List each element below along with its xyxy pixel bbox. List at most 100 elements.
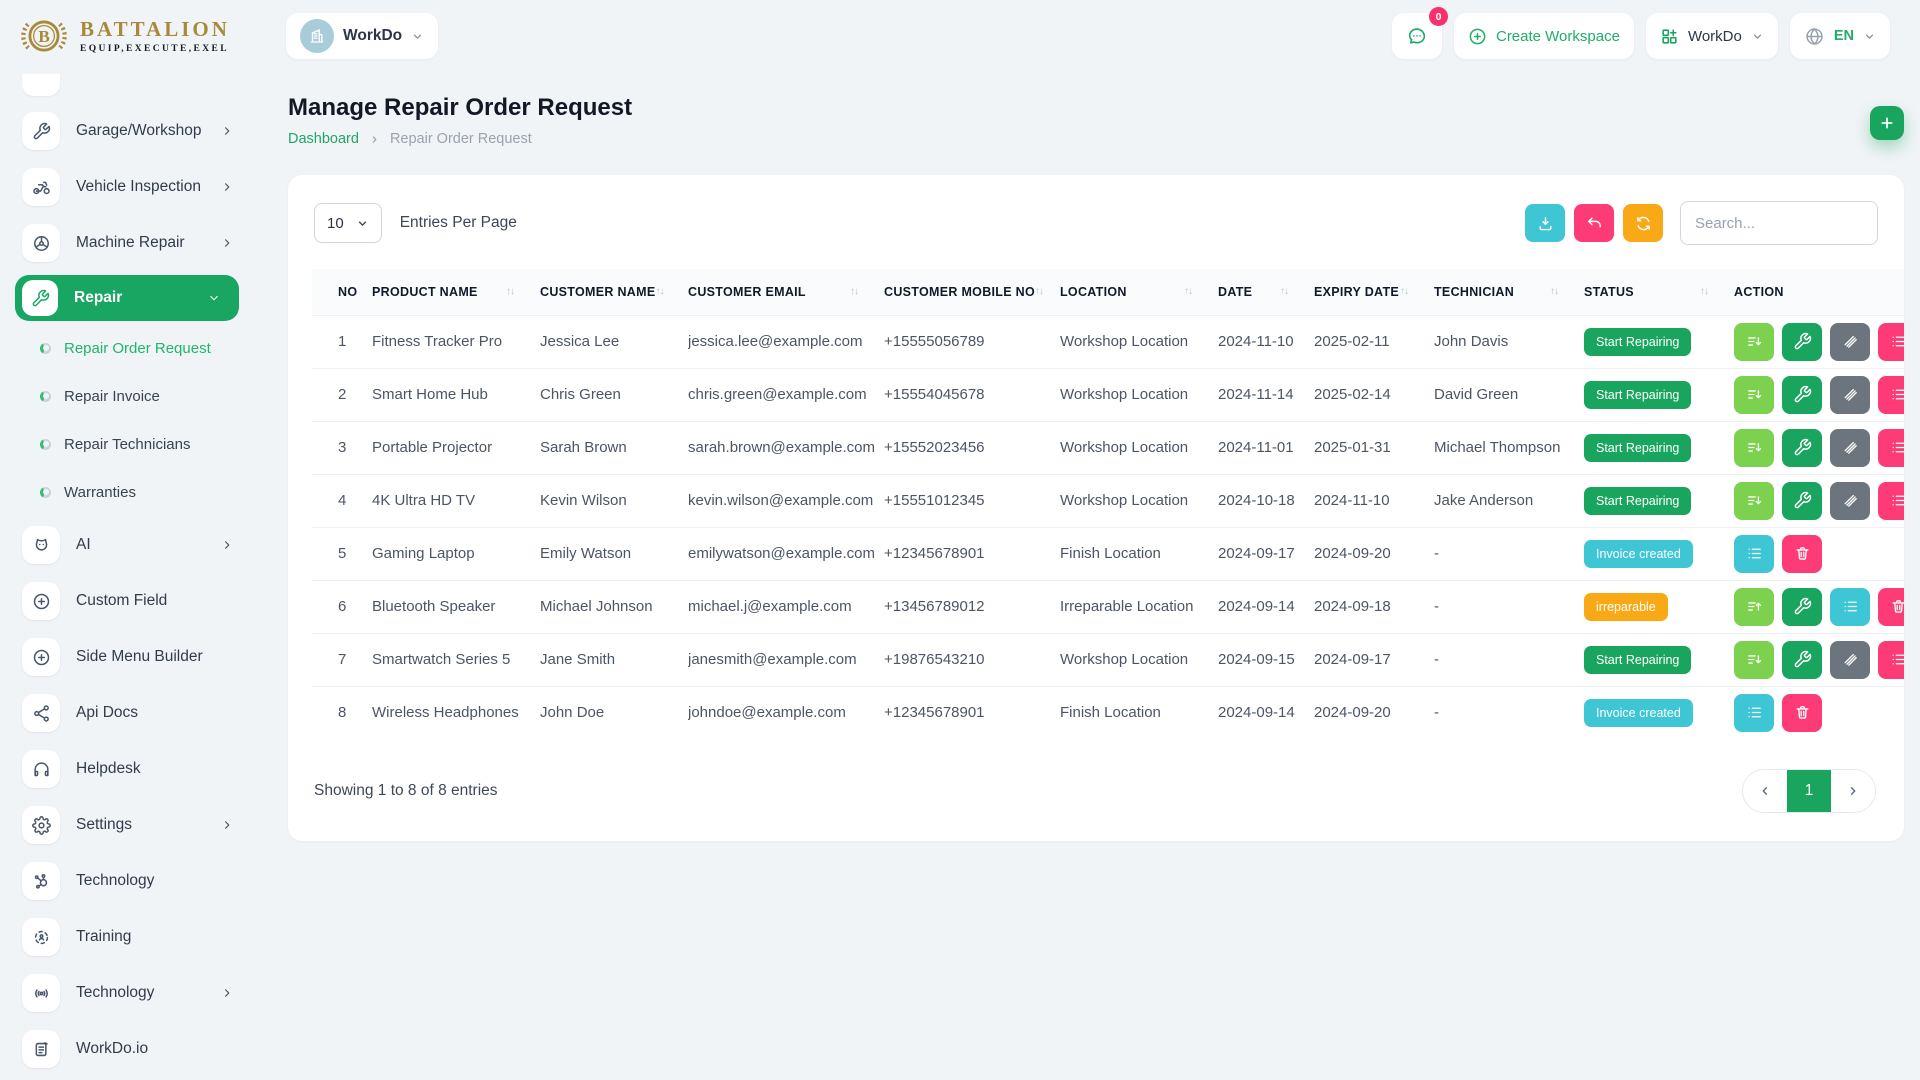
cell-no: 8 <box>312 686 372 739</box>
list-action-button[interactable] <box>1878 429 1904 467</box>
trash-action-button[interactable] <box>1878 588 1904 626</box>
sidebar-subitem-repair-invoice[interactable]: Repair Invoice <box>40 382 260 410</box>
pagination-next-button[interactable] <box>1831 770 1875 812</box>
list-action-button[interactable] <box>1878 323 1904 361</box>
sort-up-action-button[interactable] <box>1734 588 1774 626</box>
status-badge[interactable]: Start Repairing <box>1584 381 1691 409</box>
sidebar-item-technology[interactable]: Technology <box>22 974 260 1012</box>
sidebar-item-ai[interactable]: AI <box>22 526 260 564</box>
column-header-customer-name[interactable]: CUSTOMER NAME↑↓ <box>540 269 688 315</box>
cell-product-name: 4K Ultra HD TV <box>372 474 540 527</box>
list-action-button[interactable] <box>1734 694 1774 732</box>
apps-menu-button[interactable]: WorkDo <box>1646 13 1778 59</box>
sidebar-item-technology[interactable]: Technology <box>22 862 260 900</box>
pagination-page-1[interactable]: 1 <box>1787 770 1831 812</box>
sort-down-action-button[interactable] <box>1734 641 1774 679</box>
trash-action-button[interactable] <box>1782 535 1822 573</box>
status-badge[interactable]: Start Repairing <box>1584 487 1691 515</box>
wrench-action-button[interactable] <box>1782 429 1822 467</box>
list-action-button[interactable] <box>1830 588 1870 626</box>
chevron-right-icon <box>220 818 234 832</box>
list-action-button[interactable] <box>1734 535 1774 573</box>
brand-tagline: EQUIP,EXECUTE,EXEL <box>80 44 230 54</box>
entries-per-page-select[interactable]: 10 <box>314 203 382 243</box>
plus-icon <box>1879 115 1895 131</box>
list-action-button[interactable] <box>1878 376 1904 414</box>
sidebar-item-repair[interactable]: Repair <box>15 275 239 321</box>
cell-customer-name: Michael Johnson <box>540 580 688 633</box>
signal-action-button[interactable] <box>1830 641 1870 679</box>
column-header-technician[interactable]: TECHNICIAN↑↓ <box>1434 269 1584 315</box>
column-header-customer-mobile-no[interactable]: CUSTOMER MOBILE NO↑↓ <box>884 269 1060 315</box>
sidebar-item-vehicle-inspection[interactable]: Vehicle Inspection <box>22 168 260 206</box>
cell-customer-email: chris.green@example.com <box>688 368 884 421</box>
list-action-button[interactable] <box>1878 482 1904 520</box>
create-workspace-label: Create Workspace <box>1496 28 1620 45</box>
column-header-product-name[interactable]: PRODUCT NAME↑↓ <box>372 269 540 315</box>
sidebar-item-api-docs[interactable]: Api Docs <box>22 694 260 732</box>
status-badge[interactable]: Invoice created <box>1584 699 1693 727</box>
status-badge[interactable]: Start Repairing <box>1584 434 1691 462</box>
sidebar-item-custom-field[interactable]: Custom Field <box>22 582 260 620</box>
sort-down-action-button[interactable] <box>1734 376 1774 414</box>
add-repair-order-button[interactable] <box>1870 106 1904 140</box>
create-workspace-button[interactable]: Create Workspace <box>1454 13 1634 59</box>
wrench-action-button[interactable] <box>1782 376 1822 414</box>
plus-circle-icon <box>22 638 60 676</box>
chat-button[interactable]: 0 <box>1392 13 1442 59</box>
undo-button[interactable] <box>1574 204 1614 242</box>
workspace-building-icon <box>300 19 334 53</box>
search-input[interactable] <box>1680 201 1878 245</box>
cell-action <box>1734 686 1904 739</box>
sort-down-action-button[interactable] <box>1734 323 1774 361</box>
cell-location: Workshop Location <box>1060 633 1218 686</box>
sidebar-item-workdo-io[interactable]: WorkDo.io <box>22 1030 260 1068</box>
sidebar-item-label: Custom Field <box>76 592 167 610</box>
status-badge[interactable]: Invoice created <box>1584 540 1693 568</box>
signal-action-button[interactable] <box>1830 482 1870 520</box>
column-header-customer-email[interactable]: CUSTOMER EMAIL↑↓ <box>688 269 884 315</box>
sidebar-subitem-repair-order-request[interactable]: Repair Order Request <box>40 334 260 362</box>
sidebar-subitem-repair-technicians[interactable]: Repair Technicians <box>40 430 260 458</box>
cell-status: Start Repairing <box>1584 633 1734 686</box>
status-badge[interactable]: Start Repairing <box>1584 328 1691 356</box>
trash-action-button[interactable] <box>1782 694 1822 732</box>
column-header-status[interactable]: STATUS↑↓ <box>1584 269 1734 315</box>
sidebar-item-machine-repair[interactable]: Machine Repair <box>22 224 260 262</box>
pagination-prev-button[interactable] <box>1743 770 1787 812</box>
sidebar-item-side-menu-builder[interactable]: Side Menu Builder <box>22 638 260 676</box>
column-header-date[interactable]: DATE↑↓ <box>1218 269 1314 315</box>
breadcrumb-dashboard-link[interactable]: Dashboard <box>288 131 359 147</box>
chat-icon <box>1406 25 1428 47</box>
refresh-button[interactable] <box>1623 204 1663 242</box>
cell-customer-name: Jessica Lee <box>540 315 688 368</box>
sort-down-action-button[interactable] <box>1734 429 1774 467</box>
signal-action-button[interactable] <box>1830 429 1870 467</box>
signal-action-button[interactable] <box>1830 376 1870 414</box>
sort-arrows-icon: ↑↓ <box>655 286 679 297</box>
sort-down-action-button[interactable] <box>1734 482 1774 520</box>
column-header-expiry-date[interactable]: EXPIRY DATE↑↓ <box>1314 269 1434 315</box>
workspace-selector[interactable]: WorkDo <box>286 13 438 59</box>
status-badge[interactable]: irreparable <box>1584 593 1668 621</box>
wrench-action-button[interactable] <box>1782 482 1822 520</box>
wrench-action-button[interactable] <box>1782 588 1822 626</box>
sidebar-item-helpdesk[interactable]: Helpdesk <box>22 750 260 788</box>
wrench-action-button[interactable] <box>1782 641 1822 679</box>
signal-action-button[interactable] <box>1830 323 1870 361</box>
bullet-ring-icon <box>40 439 51 450</box>
sidebar-item-label: Technology <box>76 872 154 890</box>
sidebar-item-training[interactable]: Training <box>22 918 260 956</box>
sidebar-item-garage-workshop[interactable]: Garage/Workshop <box>22 112 260 150</box>
sidebar-subitem-warranties[interactable]: Warranties <box>40 478 260 506</box>
sidebar-item-settings[interactable]: Settings <box>22 806 260 844</box>
export-button[interactable] <box>1525 204 1565 242</box>
language-selector[interactable]: EN <box>1790 13 1890 59</box>
status-badge[interactable]: Start Repairing <box>1584 646 1691 674</box>
list-action-button[interactable] <box>1878 641 1904 679</box>
chevron-right-icon <box>369 134 380 145</box>
wrench-action-button[interactable] <box>1782 323 1822 361</box>
column-header-location[interactable]: LOCATION↑↓ <box>1060 269 1218 315</box>
cell-customer-mobile: +13456789012 <box>884 580 1060 633</box>
column-label: EXPIRY DATE <box>1314 285 1399 299</box>
